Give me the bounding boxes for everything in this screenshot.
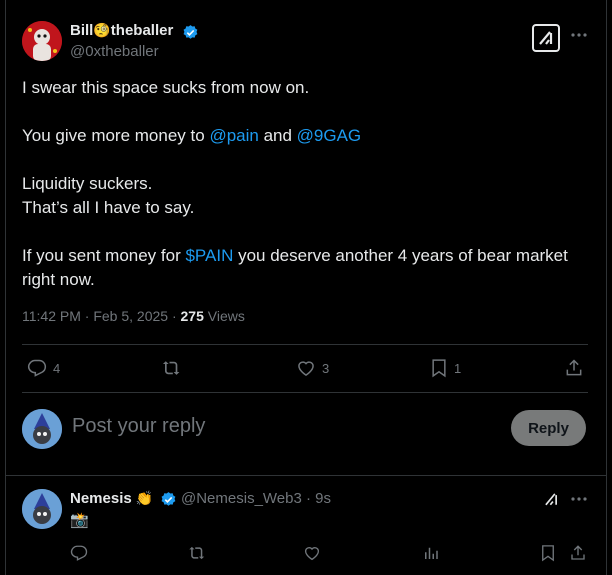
reply-author-name[interactable]: Nemesis 👏 [70, 490, 153, 507]
post-line: Liquidity suckers. [22, 174, 153, 193]
mention-link[interactable]: @9GAG [297, 126, 362, 145]
views-count: 275 [180, 308, 204, 324]
reply-text: 📸 [70, 511, 89, 529]
like-icon [298, 361, 314, 376]
reply-author-avatar[interactable] [22, 489, 62, 529]
verified-icon [182, 24, 199, 46]
reply-icon [27, 359, 47, 377]
mention-link[interactable]: @pain [209, 126, 258, 145]
post-line: I swear this space sucks from now on. [22, 78, 310, 97]
author-handle[interactable]: @0xtheballer [70, 43, 159, 60]
grok-icon[interactable] [542, 490, 560, 513]
reply-like-action[interactable] [303, 544, 321, 562]
reply-input[interactable]: Post your reply [72, 415, 205, 438]
grok-icon[interactable] [532, 24, 560, 57]
reply-bookmark-action[interactable] [540, 544, 556, 562]
share-icon [566, 359, 582, 376]
reply-action[interactable]: 4 [27, 358, 60, 378]
reply-author-emoji: 👏 [135, 491, 154, 507]
post-timestamp: 11:42 PM · Feb 5, 2025 · 275 Views [22, 308, 245, 324]
share-action[interactable] [564, 358, 584, 378]
bookmark-count: 1 [454, 360, 462, 376]
divider [22, 392, 588, 393]
bookmark-action[interactable]: 1 [430, 358, 461, 378]
reply-views-action[interactable] [422, 544, 440, 562]
views-icon [425, 547, 438, 559]
divider [22, 344, 588, 345]
more-icon[interactable] [570, 26, 588, 49]
bookmark-icon [542, 545, 554, 562]
reply-handle-time[interactable]: @Nemesis_Web3 · 9s [181, 490, 331, 507]
author-name[interactable]: Bill🧐theballer [70, 22, 173, 39]
reply-count: 4 [53, 360, 61, 376]
share-icon [571, 545, 585, 560]
post-line: That’s all I have to say. [22, 198, 195, 217]
cashtag-link[interactable]: $PAIN [185, 246, 233, 265]
bookmark-icon [432, 359, 446, 378]
divider [5, 475, 607, 476]
reply-button[interactable]: Reply [511, 410, 586, 446]
post-text: I swear this space sucks from now on. Yo… [22, 76, 592, 292]
like-action[interactable]: 3 [296, 358, 329, 378]
reply-reply-action[interactable] [70, 544, 88, 562]
repost-icon [189, 546, 205, 560]
post-line: You give more money to @pain and @9GAG [22, 126, 362, 145]
more-icon[interactable] [570, 490, 588, 513]
repost-action[interactable] [161, 358, 183, 378]
like-count: 3 [322, 360, 330, 376]
verified-icon [160, 491, 177, 513]
reply-icon [70, 545, 88, 561]
post-line: If you sent money for $PAIN you deserve … [22, 246, 568, 289]
reply-share-action[interactable] [569, 544, 587, 562]
author-emoji: 🧐 [93, 23, 111, 39]
reply-repost-action[interactable] [188, 544, 207, 562]
like-icon [304, 547, 320, 561]
user-avatar[interactable] [22, 409, 62, 449]
repost-icon [162, 361, 180, 375]
author-avatar[interactable] [22, 21, 62, 61]
